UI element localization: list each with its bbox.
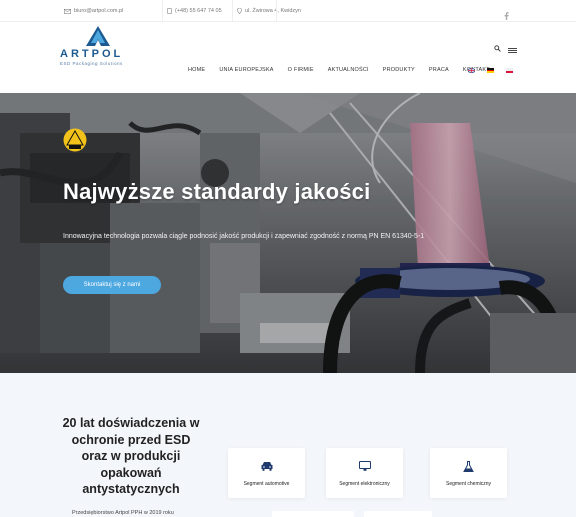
main-nav: Home Unia Europejska O firmie Aktualnośc…: [188, 67, 504, 73]
section-title: 20 lat doświadczenia w ochronie przed ES…: [62, 416, 200, 496]
nav-produkty[interactable]: Produkty: [383, 67, 415, 73]
logo-tagline: ESD Packaging Solutions: [60, 61, 123, 66]
hero-slider: Najwyższe standardy jakości Innowacyjna …: [0, 93, 576, 373]
segment-card-chemical[interactable]: Segment chemiczny: [430, 448, 507, 498]
car-icon: [261, 462, 272, 471]
section-text: Przedsiębiorstwo Artpol PPH w 2019 roku: [72, 510, 174, 516]
flag-de-icon[interactable]: [487, 68, 494, 74]
card-row-2-partial: [272, 511, 354, 517]
search-icon: [494, 45, 501, 52]
nav-unia-europejska[interactable]: Unia Europejska: [219, 67, 273, 73]
mail-icon: [64, 8, 71, 14]
topbar-address: ul. Żwirowa 4, Kwidzyn: [232, 0, 301, 22]
hamburger-icon: [508, 48, 517, 53]
logo-name: ARTPOL: [60, 48, 124, 60]
segment-label: Segment automotive: [243, 481, 290, 487]
segment-label: Segment chemiczny: [445, 481, 492, 487]
phone-icon: [167, 8, 172, 14]
facebook-icon: [504, 12, 509, 20]
hero-title: Najwyższe standardy jakości: [63, 179, 371, 204]
nav-praca[interactable]: Praca: [429, 67, 449, 73]
segment-card-automotive[interactable]: Segment automotive: [228, 448, 305, 498]
flag-en-icon[interactable]: [468, 68, 475, 73]
search-button[interactable]: [494, 39, 501, 57]
esd-badge: [63, 128, 87, 157]
card-row-2-partial: [364, 511, 432, 517]
topbar-phone-text: (+48) 55 647 74 05: [175, 8, 222, 14]
segment-label: Segment elektroniczny: [339, 481, 390, 487]
menu-button[interactable]: [508, 40, 517, 58]
nav-home[interactable]: Home: [188, 67, 205, 73]
about-section: 20 lat doświadczenia w ochronie przed ES…: [0, 373, 576, 517]
segment-card-electronic[interactable]: Segment elektroniczny: [326, 448, 403, 498]
nav-o-firmie[interactable]: O firmie: [288, 67, 314, 73]
topbar-phone[interactable]: (+48) 55 647 74 05: [162, 0, 222, 22]
esd-badge-icon: [63, 128, 87, 152]
flag-pl-icon[interactable]: [506, 68, 513, 73]
nav-aktualnosci[interactable]: Aktualności: [328, 67, 369, 73]
flask-icon: [463, 461, 474, 472]
contact-button[interactable]: Skontaktuj się z nami: [63, 276, 161, 294]
top-bar: biuro@artpol.com.pl (+48) 55 647 74 05 u…: [0, 0, 576, 22]
logo-mark-icon: [86, 26, 110, 46]
monitor-icon: [358, 461, 371, 471]
topbar-email[interactable]: biuro@artpol.com.pl: [60, 0, 123, 22]
topbar-address-text: ul. Żwirowa 4, Kwidzyn: [245, 8, 301, 14]
topbar-divider: [276, 0, 277, 22]
language-switcher: [468, 68, 513, 74]
topbar-email-text: biuro@artpol.com.pl: [74, 8, 124, 14]
location-icon: [237, 8, 242, 14]
site-header: ARTPOL ESD Packaging Solutions Home Unia…: [0, 22, 576, 92]
logo[interactable]: ARTPOL ESD Packaging Solutions: [60, 26, 140, 68]
hero-subtitle: Innowacyjna technologia pozwala ciągle p…: [63, 233, 425, 240]
